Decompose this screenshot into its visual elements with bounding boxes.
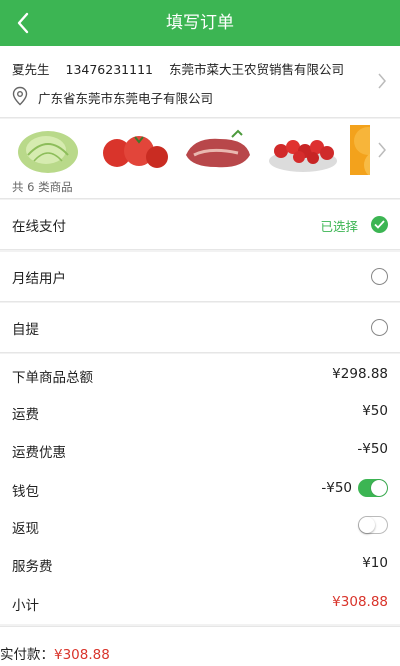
goods-count: 共 6 类商品 (12, 180, 73, 194)
payment-option-pickup[interactable]: 自提 (0, 303, 400, 353)
summary-label: 返现 (12, 521, 39, 537)
summary-row-subtotal: 小计 ¥308.88 (0, 588, 400, 618)
summary-value: ¥10 (362, 555, 388, 571)
payment-option-monthly[interactable]: 月结用户 (0, 252, 400, 302)
chevron-right-icon (378, 73, 386, 89)
goods-thumb-pork (180, 125, 257, 175)
summary-label: 运费 (12, 407, 39, 423)
summary-row-shipping: 运费 ¥50 (0, 397, 400, 427)
recipient-company: 东莞市菜大王农贸销售有限公司 (168, 62, 344, 77)
summary-row-goods-total: 下单商品总额 ¥298.88 (0, 360, 400, 390)
summary-value: -¥50 (357, 441, 388, 457)
subtotal-value: ¥308.88 (332, 594, 388, 610)
toggle-knob (371, 480, 387, 496)
toggle-knob (359, 517, 375, 533)
page-title: 填写订单 (166, 13, 234, 33)
payment-option-label: 自提 (12, 322, 39, 338)
goods-thumb-tomato (95, 125, 172, 175)
summary-value: ¥50 (362, 403, 388, 419)
recipient-name: 夏先生 (12, 62, 50, 77)
summary-row-cashback: 返现 (0, 511, 400, 541)
summary-row-wallet: 钱包 -¥50 (0, 474, 400, 504)
summary-label: 钱包 (12, 484, 39, 500)
payment-option-online[interactable]: 在线支付 已选择 (0, 200, 400, 250)
goods-thumbnails (10, 125, 370, 177)
radio-icon[interactable] (371, 268, 388, 285)
payment-option-label: 月结用户 (12, 271, 66, 287)
payment-option-label: 在线支付 (12, 219, 66, 235)
summary-value: ¥298.88 (332, 366, 388, 382)
paid-amount: 实付款：¥308.88 (0, 643, 110, 663)
summary-row-service: 服务费 ¥10 (0, 549, 400, 579)
recipient-phone: 13476231111 (65, 62, 153, 77)
summary-value: -¥50 (321, 480, 352, 496)
goods-list[interactable]: 共 6 类商品 (0, 119, 400, 199)
summary-label: 小计 (12, 598, 39, 614)
top-bar: 填写订单 (0, 0, 400, 46)
goods-thumb-cabbage (10, 125, 86, 175)
bottom-bar: 实付款：¥308.88 (0, 626, 400, 666)
order-summary: 下单商品总额 ¥298.88 运费 ¥50 运费优惠 -¥50 钱包 -¥50 … (0, 354, 400, 624)
contact-line: 夏先生 13476231111 东莞市菜大王农贸销售有限公司 (12, 59, 356, 78)
wallet-toggle[interactable] (358, 479, 388, 497)
chevron-right-icon (378, 142, 386, 158)
goods-thumb-orange (350, 125, 370, 177)
summary-row-shipping-discount: 运费优惠 -¥50 (0, 435, 400, 465)
address-detail: 广东省东莞市东莞电子有限公司 (38, 91, 214, 106)
radio-icon[interactable] (371, 319, 388, 336)
summary-label: 运费优惠 (12, 445, 66, 461)
summary-label: 服务费 (12, 559, 53, 575)
paid-label: 实付款： (0, 647, 54, 663)
delivery-address[interactable]: 夏先生 13476231111 东莞市菜大王农贸销售有限公司 广东省东莞市东莞电… (0, 46, 400, 118)
payment-selected-text: 已选择 (320, 219, 358, 234)
goods-thumb-strawberry (265, 125, 342, 175)
location-pin-icon (12, 86, 28, 106)
check-icon[interactable] (371, 216, 388, 233)
paid-value: ¥308.88 (54, 647, 110, 663)
summary-label: 下单商品总额 (12, 370, 93, 386)
cashback-toggle[interactable] (358, 516, 388, 534)
